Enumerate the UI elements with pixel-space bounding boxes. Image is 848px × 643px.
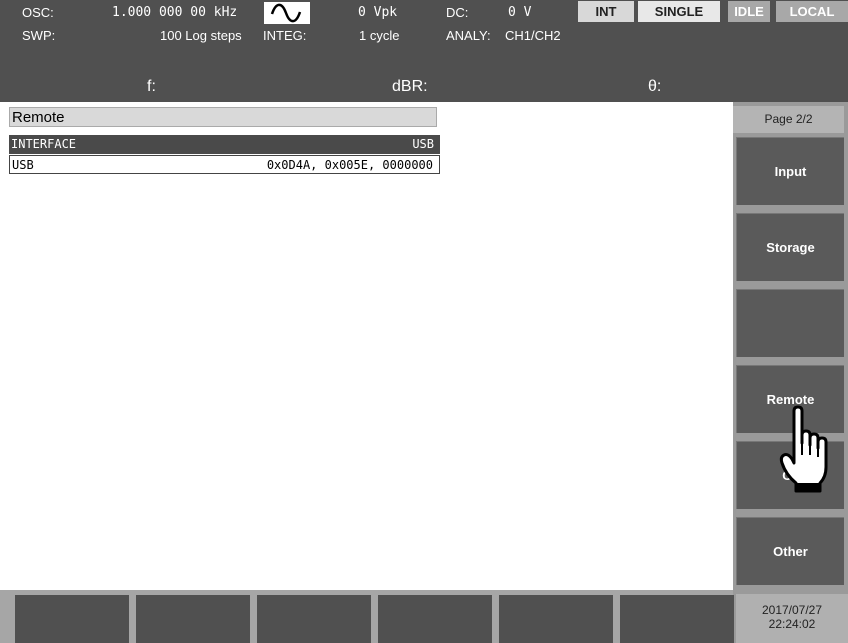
function-key-2[interactable] bbox=[136, 595, 250, 643]
status-bar: OSC: 1.000 000 00 kHz 0 Vpk DC: 0 V INT … bbox=[0, 0, 848, 102]
dc-value: 0 V bbox=[508, 5, 532, 20]
row-value: 0x0D4A, 0x005E, 0000000 bbox=[266, 158, 433, 172]
sine-wave-icon bbox=[264, 2, 310, 24]
date-time-display: 2017/07/27 22:24:02 bbox=[736, 594, 848, 643]
page-indicator: Page 2/2 bbox=[733, 106, 844, 133]
osc-label: OSC: bbox=[22, 5, 54, 20]
pointing-hand-cursor-icon bbox=[778, 405, 838, 497]
row-label: INTERFACE bbox=[11, 137, 77, 151]
idle-indicator: IDLE bbox=[728, 1, 770, 22]
time-text: 22:24:02 bbox=[768, 617, 816, 631]
analy-value: CH1/CH2 bbox=[505, 28, 561, 43]
dbr-measure-label: dBR: bbox=[392, 78, 428, 95]
function-key-4[interactable] bbox=[378, 595, 492, 643]
function-key-3[interactable] bbox=[257, 595, 371, 643]
single-indicator: SINGLE bbox=[638, 1, 720, 22]
integ-value: 1 cycle bbox=[359, 28, 400, 43]
softkey-storage[interactable]: Storage bbox=[736, 213, 844, 281]
function-key-1[interactable] bbox=[15, 595, 129, 643]
softkey-blank[interactable] bbox=[736, 289, 844, 357]
row-label: USB bbox=[12, 158, 34, 172]
function-key-6[interactable] bbox=[620, 595, 734, 643]
swp-value: 100 Log steps bbox=[160, 28, 242, 43]
table-row-usb[interactable]: USB 0x0D4A, 0x005E, 0000000 bbox=[9, 155, 440, 174]
softkey-other[interactable]: Other bbox=[736, 517, 844, 585]
local-indicator: LOCAL bbox=[776, 1, 848, 22]
frequency-measure-label: f: bbox=[147, 78, 156, 95]
analy-label: ANALY: bbox=[446, 28, 491, 43]
dc-label: DC: bbox=[446, 5, 469, 20]
date-text: 2017/07/27 bbox=[761, 603, 823, 617]
osc-frequency: 1.000 000 00 kHz bbox=[112, 5, 238, 20]
amplitude-value: 0 Vpk bbox=[358, 5, 398, 20]
softkey-input[interactable]: Input bbox=[736, 137, 844, 205]
swp-label: SWP: bbox=[22, 28, 56, 43]
row-value: USB bbox=[412, 137, 434, 151]
function-key-5[interactable] bbox=[499, 595, 613, 643]
integ-label: INTEG: bbox=[263, 28, 307, 43]
int-indicator: INT bbox=[578, 1, 634, 22]
phase-measure-label: θ: bbox=[648, 78, 662, 95]
table-row-interface[interactable]: INTERFACE USB bbox=[9, 135, 440, 154]
remote-panel-title: Remote bbox=[9, 107, 437, 127]
